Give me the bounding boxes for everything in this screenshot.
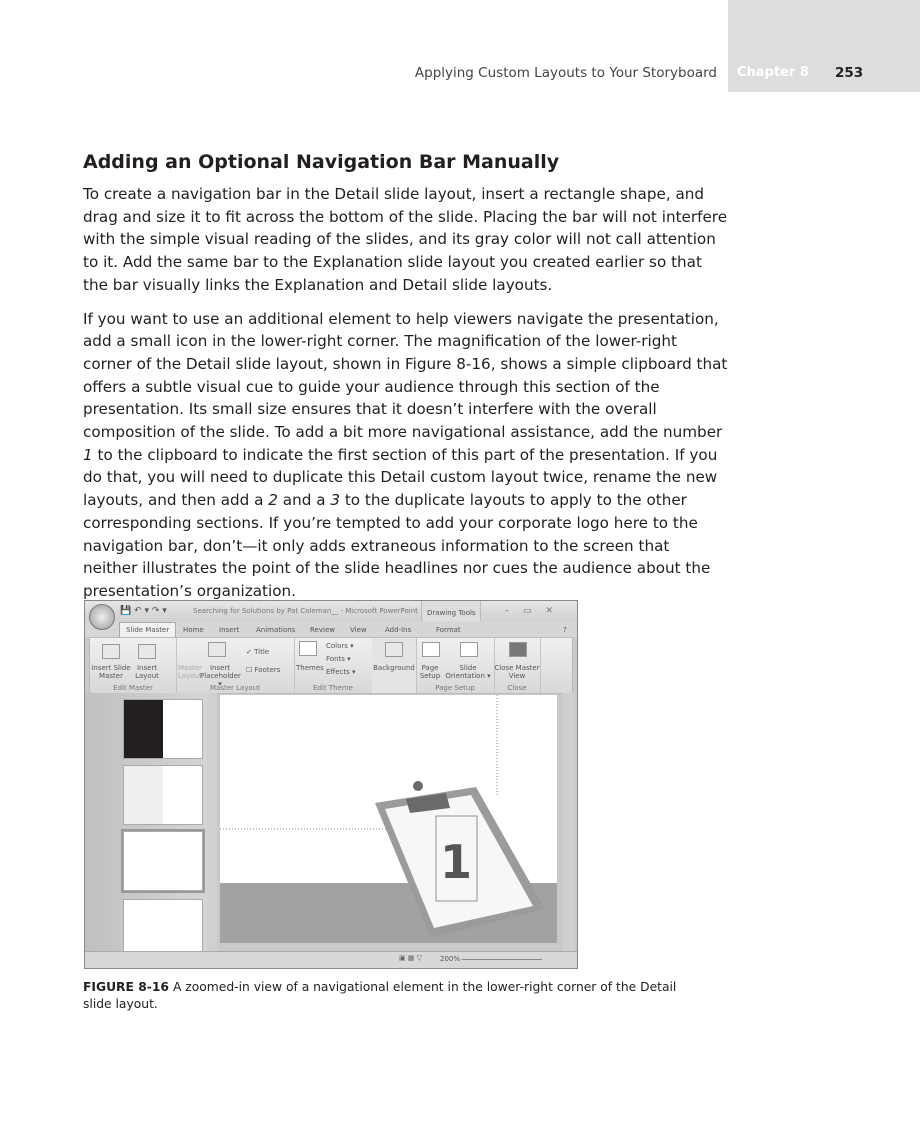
group-master-layout: Master Layout Insert Placeholder ▾ ✓ Tit… [176, 638, 295, 693]
group-label: Page Setup [435, 684, 475, 692]
slide-orientation-icon [460, 642, 478, 657]
insert-slide-master-button[interactable]: Insert Slide Master [91, 664, 131, 680]
text: If you want to use an additional element… [83, 309, 728, 442]
ribbon: Insert Slide Master Insert Layout Edit M… [89, 637, 573, 694]
thumbnails-scrollbar[interactable] [207, 693, 217, 953]
section-heading: Adding an Optional Navigation Bar Manual… [83, 151, 560, 173]
group-edit-theme: Themes Colors ▾ Fonts ▾ Effects ▾ Edit T… [294, 638, 373, 693]
italic-number: 2 [268, 491, 278, 510]
view-buttons[interactable]: ▣ ▦ ▽ [399, 954, 422, 962]
group-page-setup: Page Setup Slide Orientation ▾ Page Setu… [416, 638, 495, 693]
group-label: Close [507, 684, 527, 692]
insert-layout-icon [138, 644, 156, 659]
group-close: Close Master View Close [494, 638, 541, 693]
italic-number: 3 [330, 491, 341, 510]
background-button[interactable]: Background [372, 664, 416, 672]
effects-button[interactable]: Effects ▾ [326, 668, 356, 676]
page-setup-button[interactable]: Page Setup [418, 664, 442, 680]
group-label: Edit Master [113, 684, 153, 692]
clipboard-clip-ring [413, 781, 423, 791]
paragraph-1: To create a navigation bar in the Detail… [83, 185, 728, 294]
tab-home[interactable]: Home [183, 626, 204, 634]
layout-thumbnail[interactable] [123, 699, 203, 759]
layout-thumbnail[interactable] [123, 899, 203, 959]
group-label: Edit Theme [313, 684, 353, 692]
tab-review[interactable]: Review [310, 626, 335, 634]
ribbon-tabs: Slide Master Home Insert Animations Revi… [85, 621, 577, 637]
title-checkbox[interactable]: ✓ Title [246, 648, 269, 656]
zoom-level[interactable]: 200% [440, 955, 460, 963]
group-background: Background [372, 638, 417, 693]
contextual-tab-label: Drawing Tools [427, 609, 476, 617]
figure-caption: FIGURE 8-16 A zoomed-in view of a navigat… [83, 979, 683, 1013]
title-bar: 💾 ↶ ▾ ↷ ▾ Searching for Solutions by Pat… [85, 601, 577, 621]
window-controls[interactable]: –▭✕ [504, 606, 567, 616]
layout-thumbnail-selected[interactable] [121, 829, 205, 893]
italic-number: 1 [83, 445, 93, 464]
caption-text: A zoomed-in view of a navigational eleme… [83, 980, 677, 1011]
clipboard-graphic: 1 [220, 695, 545, 938]
insert-placeholder-icon [208, 642, 226, 657]
window-title: Searching for Solutions by Pat Coleman__… [193, 607, 418, 615]
page-setup-icon [422, 642, 440, 657]
slide-orientation-button[interactable]: Slide Orientation ▾ [444, 664, 492, 680]
close-master-view-icon [509, 642, 527, 657]
tab-view[interactable]: View [350, 626, 367, 634]
help-icon[interactable]: ? [563, 626, 567, 634]
clipboard-number: 1 [440, 835, 472, 889]
layout-thumbnail[interactable] [123, 765, 203, 825]
fonts-button[interactable]: Fonts ▾ [326, 655, 351, 663]
office-button[interactable] [89, 604, 115, 630]
colors-button[interactable]: Colors ▾ [326, 642, 354, 650]
insert-layout-button[interactable]: Insert Layout [132, 664, 162, 680]
chapter-label: Chapter 8 [737, 65, 809, 80]
title-label: Title [254, 648, 270, 656]
paragraph-2: If you want to use an additional element… [83, 308, 728, 603]
book-page: Applying Custom Layouts to Your Storyboa… [0, 0, 920, 1122]
footers-label: Footers [254, 666, 281, 674]
group-edit-master: Insert Slide Master Insert Layout Edit M… [90, 638, 177, 693]
group-label: Master Layout [210, 684, 260, 692]
zoom-slider[interactable] [462, 959, 542, 960]
close-master-view-button[interactable]: Close Master View [494, 664, 540, 680]
master-layout-button[interactable]: Master Layout [178, 664, 202, 680]
figure-label: FIGURE 8-16 [83, 980, 169, 994]
slide-canvas: 1 [220, 695, 557, 943]
themes-button[interactable]: Themes [296, 664, 324, 672]
slide-thumbnails-pane [85, 693, 213, 959]
powerpoint-screenshot: 💾 ↶ ▾ ↷ ▾ Searching for Solutions by Pat… [84, 600, 578, 969]
running-title: Applying Custom Layouts to Your Storyboa… [414, 65, 717, 81]
quick-access-toolbar[interactable]: 💾 ↶ ▾ ↷ ▾ [120, 606, 167, 616]
footers-checkbox[interactable]: ☐ Footers [246, 666, 280, 674]
vertical-scrollbar[interactable] [563, 693, 575, 953]
text: and a [277, 491, 331, 510]
themes-icon [299, 641, 317, 656]
tab-format[interactable]: Format [436, 626, 461, 634]
tab-insert[interactable]: Insert [219, 626, 239, 634]
tab-animations[interactable]: Animations [256, 626, 295, 634]
tab-slide-master[interactable]: Slide Master [119, 622, 177, 637]
status-bar: ▣ ▦ ▽ 200% [85, 951, 577, 968]
insert-slide-master-icon [102, 644, 120, 659]
body-text: To create a navigation bar in the Detail… [83, 183, 728, 614]
background-icon [385, 642, 403, 657]
tab-add-ins[interactable]: Add-Ins [385, 626, 411, 634]
page-number: 253 [835, 65, 864, 81]
